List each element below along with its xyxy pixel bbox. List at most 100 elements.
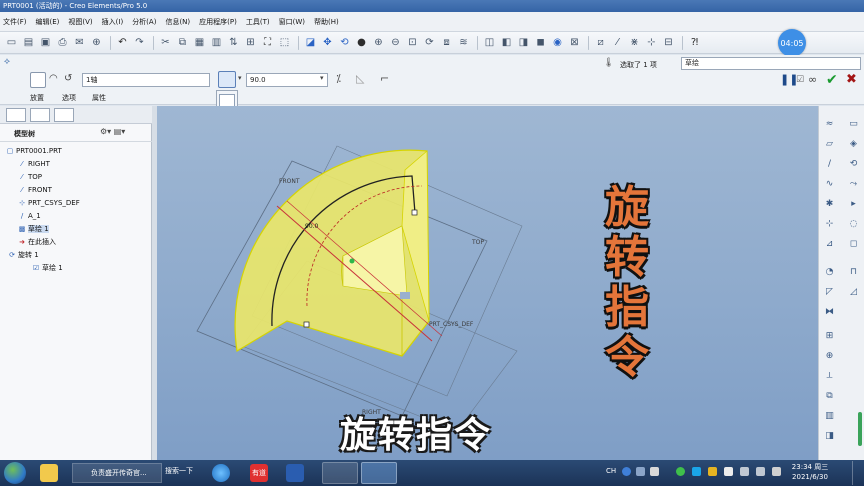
plane-display-icon[interactable]: ⧄ [593,35,608,50]
menu-insert[interactable]: 插入(I) [102,17,124,27]
chrome-task-icon[interactable] [40,464,58,482]
tab-model-tree[interactable] [6,108,26,122]
hidden-line-icon[interactable]: ◧ [499,35,514,50]
angle-dimension-label[interactable]: 90.0 [305,223,319,230]
show-desktop-button[interactable] [852,461,863,485]
sketch-tool-icon[interactable]: ≈ [823,118,836,131]
draft-tool-icon[interactable]: ◿ [847,286,860,299]
axis-display-icon[interactable]: ⁄ [610,35,625,50]
menu-applications[interactable]: 应用程序(P) [199,17,237,27]
email-link-icon[interactable]: ⊕ [89,35,104,50]
reorient-icon[interactable]: ⟳ [422,35,437,50]
confirm-check-icon[interactable]: ✔ [826,73,838,87]
refit-icon[interactable]: ⊡ [405,35,420,50]
remove-material-icon[interactable]: ◺ [356,72,364,85]
surface-type-icon[interactable]: ◠ [49,72,65,88]
tree-node-revolve[interactable]: ⟳ 旋转 1 [8,250,39,260]
trim-tool-icon[interactable]: ⟂ [823,370,836,383]
help-tray-icon[interactable] [622,467,631,476]
datum-display-icon[interactable]: ⊠ [567,35,582,50]
settings-tray-icon[interactable] [650,467,659,476]
thicken-tool-icon[interactable]: ▥ [823,410,836,423]
solidify-tool-icon[interactable]: ◨ [823,430,836,443]
tab-properties[interactable]: 属性 [92,93,106,103]
annotation-display-icon[interactable]: ⊟ [661,35,676,50]
wireframe-icon[interactable]: ◫ [482,35,497,50]
tree-node-part[interactable]: ▢ PRT0001.PRT [6,146,62,156]
datum-point-tool-icon[interactable]: ✱ [823,198,836,211]
tree-node-revolve-sketch[interactable]: ☑ 草绘 1 [32,263,63,273]
find-icon[interactable]: ⛶ [260,35,275,50]
saved-views-icon[interactable]: ⧈ [439,35,454,50]
sketch-handle[interactable] [303,321,310,328]
preview-checkbox-icon[interactable]: ☑ [796,73,804,87]
sketch-handle[interactable] [411,209,418,216]
curve-tool-icon[interactable]: ∿ [823,178,836,191]
csys-display-icon[interactable]: ⊹ [644,35,659,50]
regenerate-icon[interactable]: ⇅ [226,35,241,50]
rib-tool-icon[interactable]: ⊓ [847,266,860,279]
menu-view[interactable]: 视图(V) [68,17,92,27]
zoom-out-icon[interactable]: ⊖ [388,35,403,50]
ime-language-indicator[interactable]: CH [606,467,616,475]
datum-plane-tool-icon[interactable]: ▭ [847,118,860,131]
taskbar-search-label[interactable]: 搜索一下 [165,466,193,476]
cut-icon[interactable]: ✂ [158,35,173,50]
menu-help[interactable]: 帮助(H) [314,17,339,27]
tab-placement[interactable]: 放置 [30,93,44,103]
tree-node-sketch[interactable]: ▩ 草绘 1 [18,224,49,234]
redo-icon[interactable]: ↷ [132,35,147,50]
tree-node-right[interactable]: ⁄ RIGHT [18,159,50,169]
menu-tools[interactable]: 工具(T) [246,17,270,27]
orient-mode-icon[interactable]: ⟲ [337,35,352,50]
chevron-down-icon[interactable]: ▾ [320,74,324,82]
tree-settings-icon[interactable]: ⚙▾ ▤▾ [100,127,125,136]
menu-info[interactable]: 信息(N) [165,17,190,27]
tree-node-front[interactable]: ⁄ FRONT [18,185,52,195]
select-box-icon[interactable]: ⬚ [277,35,292,50]
mirror-tool-icon[interactable]: ⧓ [823,306,836,319]
axis-collector-field[interactable]: 1轴 [82,73,210,87]
datum-axis-tool-icon[interactable]: / [823,158,836,171]
tree-node-csys[interactable]: ⊹ PRT_CSYS_DEF [18,198,80,208]
taskbar-browser-item[interactable]: 负责盛开传奇官... [72,463,162,483]
menu-edit[interactable]: 编辑(E) [36,17,60,27]
csys-tool-icon[interactable]: ⊹ [823,218,836,231]
selection-filter-select[interactable]: 草绘 [681,57,861,70]
revolve-tool-icon[interactable]: ⟲ [847,158,860,171]
enhanced-realism-icon[interactable]: ◉ [550,35,565,50]
menu-window[interactable]: 窗口(W) [279,17,305,27]
tab-folder-browser[interactable] [30,108,50,122]
start-button[interactable] [4,462,26,484]
email-icon[interactable]: ✉ [72,35,87,50]
tab-options[interactable]: 选项 [62,93,76,103]
shading-icon[interactable]: ◼ [533,35,548,50]
menu-analysis[interactable]: 分析(A) [132,17,156,27]
paste-icon[interactable]: ▦ [192,35,207,50]
explorer-task-button[interactable] [322,462,358,484]
blend-tool-icon[interactable]: ▸ [847,198,860,211]
glasses-preview-icon[interactable]: ∞ [808,73,817,87]
angle-type-button[interactable] [218,71,236,88]
model-player-icon[interactable]: ⊞ [243,35,258,50]
repaint-icon[interactable]: ◪ [303,35,318,50]
system-clock[interactable]: 23:34 周三 2021/6/30 [788,462,832,482]
right-scrollbar[interactable] [858,412,862,446]
graphics-canvas[interactable]: FRONT TOP RIGHT PRT_CSYS_DEF 90.0 旋 转 指 … [157,106,818,460]
offset-tool-icon[interactable]: ⧉ [823,390,836,403]
keyboard-tray-icon[interactable] [636,467,645,476]
axis-rotate-icon[interactable]: ↺ [64,72,80,88]
qq-tray-icon[interactable] [692,467,701,476]
solid-type-button[interactable] [30,72,46,88]
word-task-icon[interactable] [286,464,304,482]
youdao-task-icon[interactable]: 有道 [250,464,268,482]
network-tray-icon[interactable] [724,467,733,476]
cancel-x-icon[interactable]: ✖ [846,73,857,87]
paste-special-icon[interactable]: ▥ [209,35,224,50]
sweep-tool-icon[interactable]: ⤳ [847,178,860,191]
save-icon[interactable]: ▣ [38,35,53,50]
open-file-icon[interactable]: ▤ [21,35,36,50]
security-tray-icon[interactable] [708,467,717,476]
extrude-tool-icon[interactable]: ◈ [847,138,860,151]
chamfer-tool-icon[interactable]: ◸ [823,286,836,299]
